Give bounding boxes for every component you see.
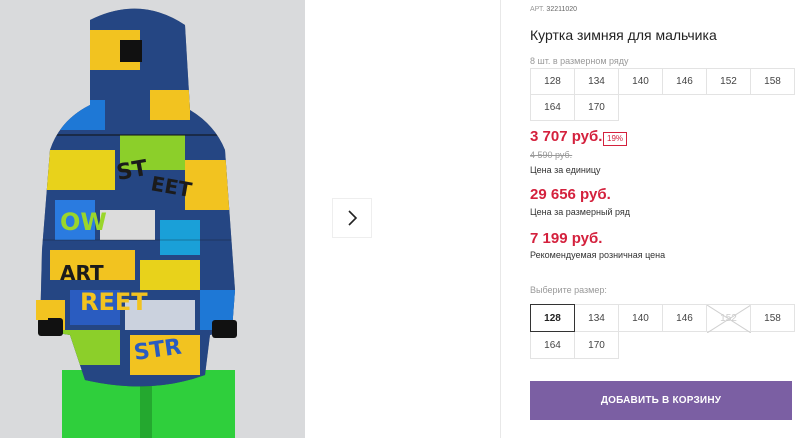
size-option-164[interactable]: 164 (530, 331, 575, 359)
svg-text:ST: ST (115, 156, 150, 186)
size-option-label: 152 (720, 312, 737, 324)
size-selector-label: Выберите размер: (530, 285, 607, 295)
svg-text:REET: REET (80, 288, 148, 316)
add-to-cart-button[interactable]: Добавить в корзину (530, 381, 792, 420)
gallery-next-button[interactable] (332, 198, 372, 238)
column-divider (500, 0, 501, 438)
chevron-right-icon (348, 210, 358, 226)
pack-size-cell: 140 (618, 68, 663, 95)
size-option-158[interactable]: 158 (750, 304, 795, 332)
pack-note: 8 шт. в размерном ряду (530, 56, 629, 66)
old-price: 4 590 руб. (530, 150, 573, 160)
pack-size-cell: 146 (662, 68, 707, 95)
pack-size-list: 128 134 140 146 152 158 164 170 (530, 68, 795, 121)
rrp-price: 7 199 руб. (530, 230, 603, 247)
size-selector: 128 134 140 146 152 158 164 170 (530, 304, 795, 359)
pack-size-cell: 152 (706, 68, 751, 95)
pack-price-label: Цена за размерный ряд (530, 207, 631, 217)
size-option-134[interactable]: 134 (574, 304, 619, 332)
size-option-152: 152 (706, 304, 751, 333)
size-option-140[interactable]: 140 (618, 304, 663, 332)
rrp-price-label: Рекомендуемая розничная цена (530, 250, 666, 260)
unit-price-label: Цена за единицу (530, 165, 601, 175)
svg-text:OW: OW (60, 208, 107, 236)
pack-size-cell: 158 (750, 68, 795, 95)
discount-badge: 19% (603, 132, 628, 146)
svg-text:ART: ART (60, 261, 104, 285)
product-title: Куртка зимняя для мальчика (530, 27, 717, 43)
sku-number: 32211020 (546, 6, 578, 13)
size-option-146[interactable]: 146 (662, 304, 707, 332)
pack-size-cell: 170 (574, 94, 619, 121)
size-option-170[interactable]: 170 (574, 331, 619, 359)
size-option-128[interactable]: 128 (530, 304, 575, 332)
product-sku: АРТ. 32211020 (530, 6, 577, 13)
unit-price: 3 707 руб. (530, 128, 603, 145)
pack-size-cell: 164 (530, 94, 575, 121)
pack-size-cell: 134 (574, 68, 619, 95)
pack-size-cell: 128 (530, 68, 575, 95)
pack-price: 29 656 руб. (530, 186, 611, 203)
jacket-illustration: ST EET OW ART REET STR (0, 0, 305, 438)
product-photo[interactable]: ST EET OW ART REET STR (0, 0, 305, 438)
sku-label: АРТ. (530, 6, 545, 13)
